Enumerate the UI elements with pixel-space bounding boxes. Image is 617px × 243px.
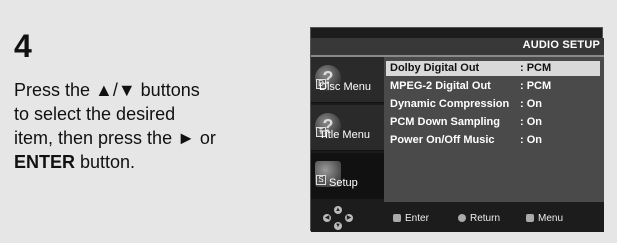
menu-item-value: : On [520,98,542,110]
osd-header: AUDIO SETUP [311,38,604,55]
menu-item-value: : PCM [520,80,552,92]
menu-item-pcm-down-sampling[interactable]: PCM Down Sampling : On [386,115,600,130]
menu-item-label: MPEG-2 Digital Out [390,80,491,92]
menu-item-dynamic-compression[interactable]: Dynamic Compression : On [386,97,600,112]
footer-menu-label: Menu [538,213,564,224]
sidebar-item-disc-menu[interactable]: ? D Disc Menu [311,57,384,103]
menu-item-label: Dynamic Compression [390,98,510,110]
menu-item-power-on-off-music[interactable]: Power On/Off Music : On [386,133,600,148]
menu-icon [526,214,534,222]
step-instructions: Press the ▲/▼ buttons to select the desi… [14,78,284,174]
nav-down-icon: ▼ [334,222,342,230]
menu-item-mpeg2-digital-out[interactable]: MPEG-2 Digital Out : PCM [386,79,600,94]
footer-enter-hint: Enter [393,213,429,224]
menu-item-label: Power On/Off Music [390,134,495,146]
osd-footer: ▲ ◀ ▶ ▼ Enter Return Menu [311,202,604,232]
menu-item-dolby-digital-out[interactable]: Dolby Digital Out : PCM [386,61,600,76]
menu-item-value: : On [520,116,542,128]
menu-item-label: PCM Down Sampling [390,116,500,128]
sidebar-item-label: Disc Menu [319,81,371,93]
audio-setup-menu: Dolby Digital Out : PCM MPEG-2 Digital O… [384,57,604,202]
nav-right-icon: ▶ [345,214,353,222]
instruction-line-1: Press the ▲/▼ buttons [14,80,200,100]
footer-return-label: Return [470,213,501,224]
nav-up-icon: ▲ [334,206,342,214]
sidebar-item-label: Title Menu [319,129,370,141]
instruction-line-3: item, then press the ► or [14,128,216,148]
instruction-panel: 4 Press the ▲/▼ buttons to select the de… [0,0,617,243]
enter-icon [393,214,401,222]
menu-item-label: Dolby Digital Out [390,62,480,74]
enter-keyword: ENTER [14,152,76,172]
footer-menu-hint: Menu [526,213,563,224]
nav-left-icon: ◀ [323,214,331,222]
step-number: 4 [14,28,32,64]
osd-sidebar: ? D Disc Menu ? T Title Menu S Setup [311,57,384,202]
sidebar-item-label: Setup [329,177,358,189]
setup-box-icon: S [316,175,326,185]
return-icon [458,214,466,222]
instruction-line-4-rest: button. [75,152,136,172]
sidebar-item-setup[interactable]: S Setup [311,153,384,199]
navigation-pad-icon: ▲ ◀ ▶ ▼ [323,206,353,230]
footer-enter-label: Enter [405,213,429,224]
osd-screen: AUDIO SETUP ? D Disc Menu ? T Title Menu… [310,27,604,232]
instruction-line-4: ENTER button. [14,150,284,174]
menu-item-value: : On [520,134,542,146]
footer-return-hint: Return [458,213,500,224]
osd-title: AUDIO SETUP [522,39,600,51]
instruction-line-2: to select the desired [14,104,176,124]
sidebar-item-title-menu[interactable]: ? T Title Menu [311,105,384,151]
menu-item-value: : PCM [520,62,552,74]
